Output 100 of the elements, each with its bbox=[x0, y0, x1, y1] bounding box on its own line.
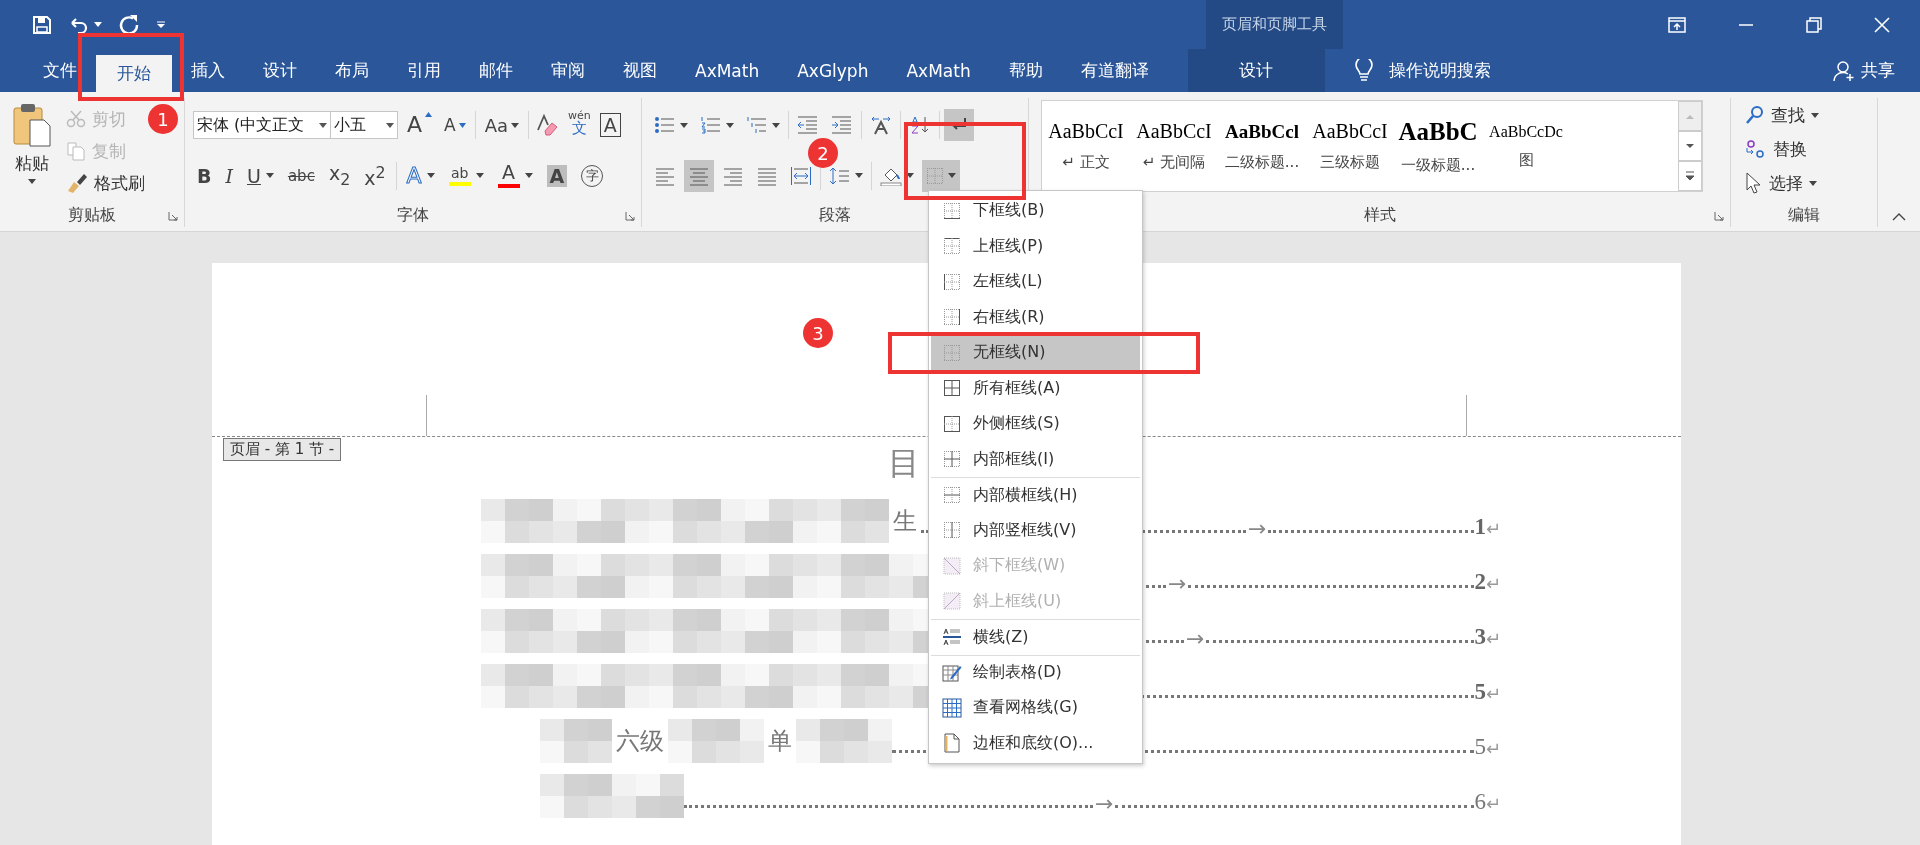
triangle-icon bbox=[458, 122, 466, 128]
dialog-launcher-icon[interactable] bbox=[1714, 211, 1724, 221]
style-item[interactable]: AaBbCcI 三级标题 bbox=[1306, 101, 1394, 191]
replace-button[interactable]: 替换 bbox=[1745, 134, 1869, 164]
plain-button[interactable]: x$_{2}$ bbox=[324, 160, 355, 191]
border-icon bbox=[943, 486, 961, 505]
border-icon bbox=[943, 343, 961, 362]
border-icon bbox=[943, 237, 961, 256]
ribbon-tab[interactable]: AxGlyph bbox=[778, 49, 888, 92]
menu-item[interactable]: 上框线(P) bbox=[931, 228, 1140, 264]
scissors-icon bbox=[66, 110, 86, 128]
ribbon-tab[interactable]: AxMath bbox=[887, 49, 990, 92]
replace-icon bbox=[1745, 138, 1767, 160]
ribbon-tab[interactable]: 审阅 bbox=[532, 49, 604, 92]
share-button[interactable]: 共享 bbox=[1833, 49, 1895, 92]
ribbon-tab[interactable]: AxMath bbox=[676, 49, 779, 92]
menu-item[interactable]: 下框线(B) bbox=[931, 193, 1140, 229]
menu-item[interactable]: 横线(Z) bbox=[931, 619, 1140, 655]
toc-heading: 目 bbox=[888, 443, 920, 484]
grow-font-button[interactable]: A bbox=[404, 110, 436, 141]
caret-icon bbox=[94, 22, 102, 27]
phonetic-guide-button[interactable]: wén 文 bbox=[565, 110, 594, 141]
italic-button[interactable]: I bbox=[221, 160, 237, 191]
style-item[interactable]: AaBbCcI ↵ 正文 bbox=[1042, 101, 1130, 191]
menu-item[interactable]: 外侧框线(S) bbox=[931, 406, 1140, 442]
ribbon-display-icon[interactable] bbox=[1668, 16, 1686, 33]
border-icon bbox=[943, 308, 961, 327]
fontcolor-button[interactable]: A bbox=[493, 160, 537, 191]
tab-mark: → bbox=[1246, 516, 1268, 543]
tell-me-search[interactable]: 操作说明搜索 bbox=[1354, 49, 1491, 92]
select-button[interactable]: 选择 bbox=[1745, 168, 1869, 198]
underline-button[interactable]: U bbox=[243, 160, 278, 191]
style-item[interactable]: AaBbCcDc 图 bbox=[1482, 101, 1570, 191]
contextual-tab[interactable]: 设计 bbox=[1187, 49, 1325, 92]
paste-button[interactable]: 粘贴 bbox=[4, 98, 60, 203]
border-icon bbox=[943, 201, 961, 220]
menu-item[interactable]: 右框线(R) bbox=[931, 299, 1140, 335]
more-styles-icon[interactable] bbox=[1678, 161, 1702, 191]
strike-button[interactable]: abc bbox=[283, 160, 319, 191]
menu-item[interactable]: 查看网格线(G) bbox=[931, 690, 1140, 726]
menu-item[interactable]: 无框线(N) bbox=[931, 335, 1140, 371]
ribbon-tab[interactable]: 插入 bbox=[172, 49, 244, 92]
person-icon bbox=[1833, 59, 1855, 82]
ribbon-tab[interactable]: 有道翻译 bbox=[1061, 49, 1168, 92]
paragraph-mark: ↵ bbox=[1485, 738, 1501, 761]
sort-icon bbox=[909, 115, 931, 136]
diagonal-border-icon bbox=[943, 592, 961, 611]
font-size-dropdown[interactable]: 小五 bbox=[330, 111, 398, 140]
dialog-launcher-icon[interactable] bbox=[168, 211, 178, 221]
change-case-button[interactable]: Aa bbox=[481, 110, 523, 141]
triangle-icon bbox=[425, 112, 433, 118]
close-icon[interactable] bbox=[1874, 16, 1890, 33]
font-name-dropdown[interactable]: 宋体 (中文正文 bbox=[193, 111, 331, 140]
ribbon-tab[interactable]: 文件 bbox=[24, 49, 96, 92]
group-label: 字体 bbox=[397, 204, 429, 226]
shrink-font-button[interactable]: A bbox=[441, 110, 469, 141]
save-icon[interactable] bbox=[32, 14, 52, 35]
toc-entry-text: 六级 bbox=[615, 726, 665, 757]
caret-icon bbox=[906, 173, 914, 179]
style-item[interactable]: AaBbCcI ↵ 无间隔 bbox=[1130, 101, 1218, 191]
menu-item[interactable]: 内部竖框线(V) bbox=[931, 512, 1140, 548]
ribbon-tab[interactable]: 开始 bbox=[96, 55, 172, 92]
bold-button[interactable]: B bbox=[193, 160, 216, 191]
ribbon-tab[interactable]: 邮件 bbox=[460, 49, 532, 92]
brush-button[interactable]: 格式刷 bbox=[66, 168, 145, 198]
paragraph-mark: ↵ bbox=[1485, 683, 1501, 706]
lightbulb-icon bbox=[1354, 58, 1373, 83]
collapse-ribbon-icon[interactable] bbox=[1892, 213, 1906, 221]
redo-icon[interactable] bbox=[118, 13, 140, 36]
ribbon-tab[interactable]: 布局 bbox=[316, 49, 388, 92]
menu-item[interactable]: 左框线(L) bbox=[931, 264, 1140, 300]
ribbon-tab[interactable]: 视图 bbox=[604, 49, 676, 92]
menu-item[interactable]: 内部横框线(H) bbox=[931, 477, 1140, 513]
ribbon-tab[interactable]: 帮助 bbox=[989, 49, 1062, 92]
align-center-button[interactable] bbox=[684, 159, 714, 192]
page-number: 5 bbox=[1474, 679, 1486, 706]
character-border-button[interactable]: A bbox=[599, 113, 621, 138]
ribbon-tab[interactable]: 引用 bbox=[388, 49, 460, 92]
group-label: 样式 bbox=[1363, 204, 1396, 226]
find-button[interactable]: 查找 bbox=[1745, 100, 1869, 130]
style-item[interactable]: AaBbCcl 二级标题... bbox=[1218, 101, 1306, 191]
caret-icon bbox=[319, 122, 327, 128]
cursor-icon bbox=[1745, 172, 1763, 194]
menu-item[interactable]: 内部框线(I) bbox=[931, 441, 1140, 477]
caret-icon bbox=[524, 173, 533, 179]
highlight-button[interactable]: ab bbox=[444, 160, 488, 191]
border-icon bbox=[943, 272, 961, 291]
style-item[interactable]: AaBbC 一级标题... bbox=[1394, 101, 1482, 191]
plain-button[interactable]: x$^{2}$ bbox=[360, 160, 390, 191]
ribbon-tab[interactable]: 设计 bbox=[244, 49, 316, 92]
draw-table-icon bbox=[942, 662, 962, 683]
page-icon bbox=[943, 733, 961, 754]
menu-item[interactable]: 所有框线(A) bbox=[931, 370, 1140, 406]
menu-item[interactable]: 绘制表格(D) bbox=[931, 654, 1140, 690]
customize-toolbar-icon[interactable] bbox=[156, 20, 166, 29]
header-section-tag: 页眉 - 第 1 节 - bbox=[223, 438, 342, 461]
restore-icon[interactable] bbox=[1806, 16, 1822, 33]
dialog-launcher-icon[interactable] bbox=[625, 211, 635, 221]
clear-formatting-icon[interactable] bbox=[535, 114, 560, 137]
menu-item[interactable]: 边框和底纹(O)... bbox=[931, 725, 1140, 761]
